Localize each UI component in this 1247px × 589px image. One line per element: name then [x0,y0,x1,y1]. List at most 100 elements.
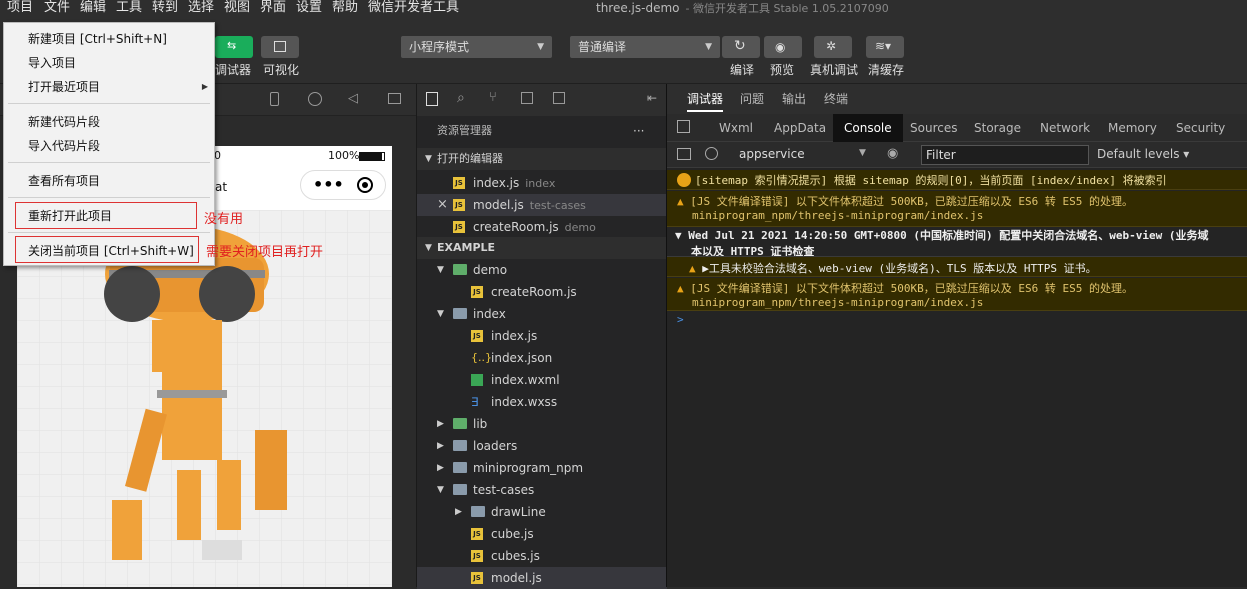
console-group[interactable]: ▼ Wed Jul 21 2021 14:20:50 GMT+0800 (中国标… [667,227,1247,257]
menu-goto[interactable]: 转到 [152,0,178,16]
remote-debug-button[interactable]: ✲ [814,36,852,58]
js-file-icon: JS [453,199,465,211]
menu-tools[interactable]: 工具 [116,0,142,16]
tab-terminal[interactable]: 终端 [824,84,848,114]
tree-file[interactable]: JS cubes.js [417,545,667,567]
files-icon[interactable] [426,92,438,106]
close-icon[interactable]: × [437,194,448,216]
compile-button[interactable]: ↻ [722,36,760,58]
menu-item-new-project[interactable]: 新建项目 [Ctrl+Shift+N] [4,28,214,50]
tree-item-label: index.json [491,351,553,365]
console-message: ▲ [JS 文件编译错误] 以下文件体积超过 500KB，已跳过压缩以及 ES6… [667,191,1247,227]
open-editor-item[interactable]: × JS model.js test-cases [417,194,667,216]
js-file-icon: JS [471,528,483,540]
eye-icon[interactable]: ◉ [887,146,898,161]
clear-console-icon[interactable] [705,147,718,160]
tree-file[interactable]: index.wxml [417,369,667,391]
menu-settings[interactable]: 设置 [296,0,322,16]
tab-appdata[interactable]: AppData [774,114,826,142]
phone-icon[interactable] [270,92,279,106]
menu-interface[interactable]: 界面 [260,0,286,16]
search-icon[interactable]: ⌕ [457,90,465,106]
git-icon[interactable]: ⑂ [489,90,497,105]
tree-file[interactable]: ∃ index.wxss [417,391,667,413]
open-editors-header[interactable]: ▼ 打开的编辑器 [417,148,667,170]
tab-debugger[interactable]: 调试器 [687,84,724,112]
warning-icon: ▲ [689,262,696,275]
open-editor-item[interactable]: JS createRoom.js demo [417,216,667,238]
tab-storage[interactable]: Storage [974,114,1021,142]
preview-button[interactable]: ◉ [764,36,802,58]
compile-select[interactable]: 普通编译 ▼ [570,36,720,58]
tree-folder[interactable]: ▶ miniprogram_npm [417,457,667,479]
debug-panel-icon[interactable] [553,92,565,104]
tree-folder[interactable]: ▶ lib [417,413,667,435]
chevron-down-icon: ▼ [675,229,682,242]
tab-memory[interactable]: Memory [1108,114,1157,142]
js-file-icon: JS [453,221,465,233]
js-file-icon: JS [471,550,483,562]
chevron-down-icon: ▼ [437,485,444,495]
menu-select[interactable]: 选择 [188,0,214,16]
debugger-button[interactable]: ⇆ [215,36,253,58]
close-mini-icon[interactable] [357,177,373,193]
window-icon[interactable] [388,93,401,104]
tree-folder[interactable]: ▼ index [417,303,667,325]
wxss-file-icon: ∃ [471,395,479,409]
tree-file[interactable]: JS createRoom.js [417,281,667,303]
menu-wechat-devtools[interactable]: 微信开发者工具 [368,0,459,16]
tree-folder[interactable]: ▼ demo [417,259,667,281]
console-message: [sitemap 索引情况提示] 根据 sitemap 的规则[0]，当前页面 … [667,170,1247,190]
console-message[interactable]: ▲ ▶工具未校验合法域名、web-view (业务域名)、TLS 版本以及 HT… [667,257,1247,277]
menu-item-recent-projects[interactable]: 打开最近项目 ▶ [4,76,214,98]
tab-issues[interactable]: 问题 [740,84,764,114]
inspect-icon[interactable] [677,120,690,133]
volume-icon[interactable]: ◁ [348,91,358,106]
tree-file[interactable]: JS model.js [417,567,667,589]
filter-input[interactable]: Filter [921,145,1089,165]
extensions-icon[interactable] [521,92,533,104]
mode-select[interactable]: 小程序模式 ▼ [401,36,552,58]
sidebar-toggle-icon[interactable] [677,148,691,160]
tab-network[interactable]: Network [1040,114,1090,142]
menu-item-view-all-projects[interactable]: 查看所有项目 [4,170,214,192]
capsule-button[interactable]: ••• [300,170,386,200]
js-file-icon: JS [471,572,483,584]
tree-file[interactable]: JS cube.js [417,523,667,545]
clear-cache-button[interactable]: ≋▾ [866,36,904,58]
open-editor-item[interactable]: JS index.js index [417,172,667,194]
tab-wxml[interactable]: Wxml [719,114,753,142]
menu-item-import-project[interactable]: 导入项目 [4,52,214,74]
menu-help[interactable]: 帮助 [332,0,358,16]
record-icon[interactable] [308,92,322,106]
menu-file[interactable]: 文件 [44,0,70,16]
menu-item-new-snippet[interactable]: 新建代码片段 [4,111,214,133]
more-actions-icon[interactable]: ··· [633,120,644,142]
menu-edit[interactable]: 编辑 [80,0,106,16]
levels-select[interactable]: Default levels ▾ [1097,147,1189,161]
tab-security[interactable]: Security [1176,114,1225,142]
menu-item-import-snippet[interactable]: 导入代码片段 [4,135,214,157]
tab-sources[interactable]: Sources [910,114,957,142]
tree-folder[interactable]: ▶ loaders [417,435,667,457]
menu-project[interactable]: 项目 [7,0,33,16]
visual-button[interactable] [261,36,299,58]
collapse-icon[interactable]: ⇤ [647,91,657,105]
tree-folder[interactable]: ▼ test-cases [417,479,667,501]
project-header[interactable]: ▼ EXAMPLE [417,237,667,259]
3d-scene-canvas[interactable] [17,210,392,587]
menu-view[interactable]: 视图 [224,0,250,16]
tree-item-label: index [473,307,506,321]
json-file-icon: {..} [471,351,492,364]
more-icon[interactable]: ••• [313,175,344,194]
context-select[interactable]: appservice [739,147,805,161]
tree-file[interactable]: JS index.js [417,325,667,347]
tab-console[interactable]: Console [833,114,903,142]
layers-icon: ≋▾ [875,39,892,53]
clear-cache-label: 清缓存 [868,63,905,77]
tree-item-label: test-cases [473,483,535,497]
console-prompt[interactable]: > [667,313,1247,329]
tree-folder[interactable]: ▶ drawLine [417,501,667,523]
tree-file[interactable]: {..} index.json [417,347,667,369]
tab-output[interactable]: 输出 [782,84,806,114]
